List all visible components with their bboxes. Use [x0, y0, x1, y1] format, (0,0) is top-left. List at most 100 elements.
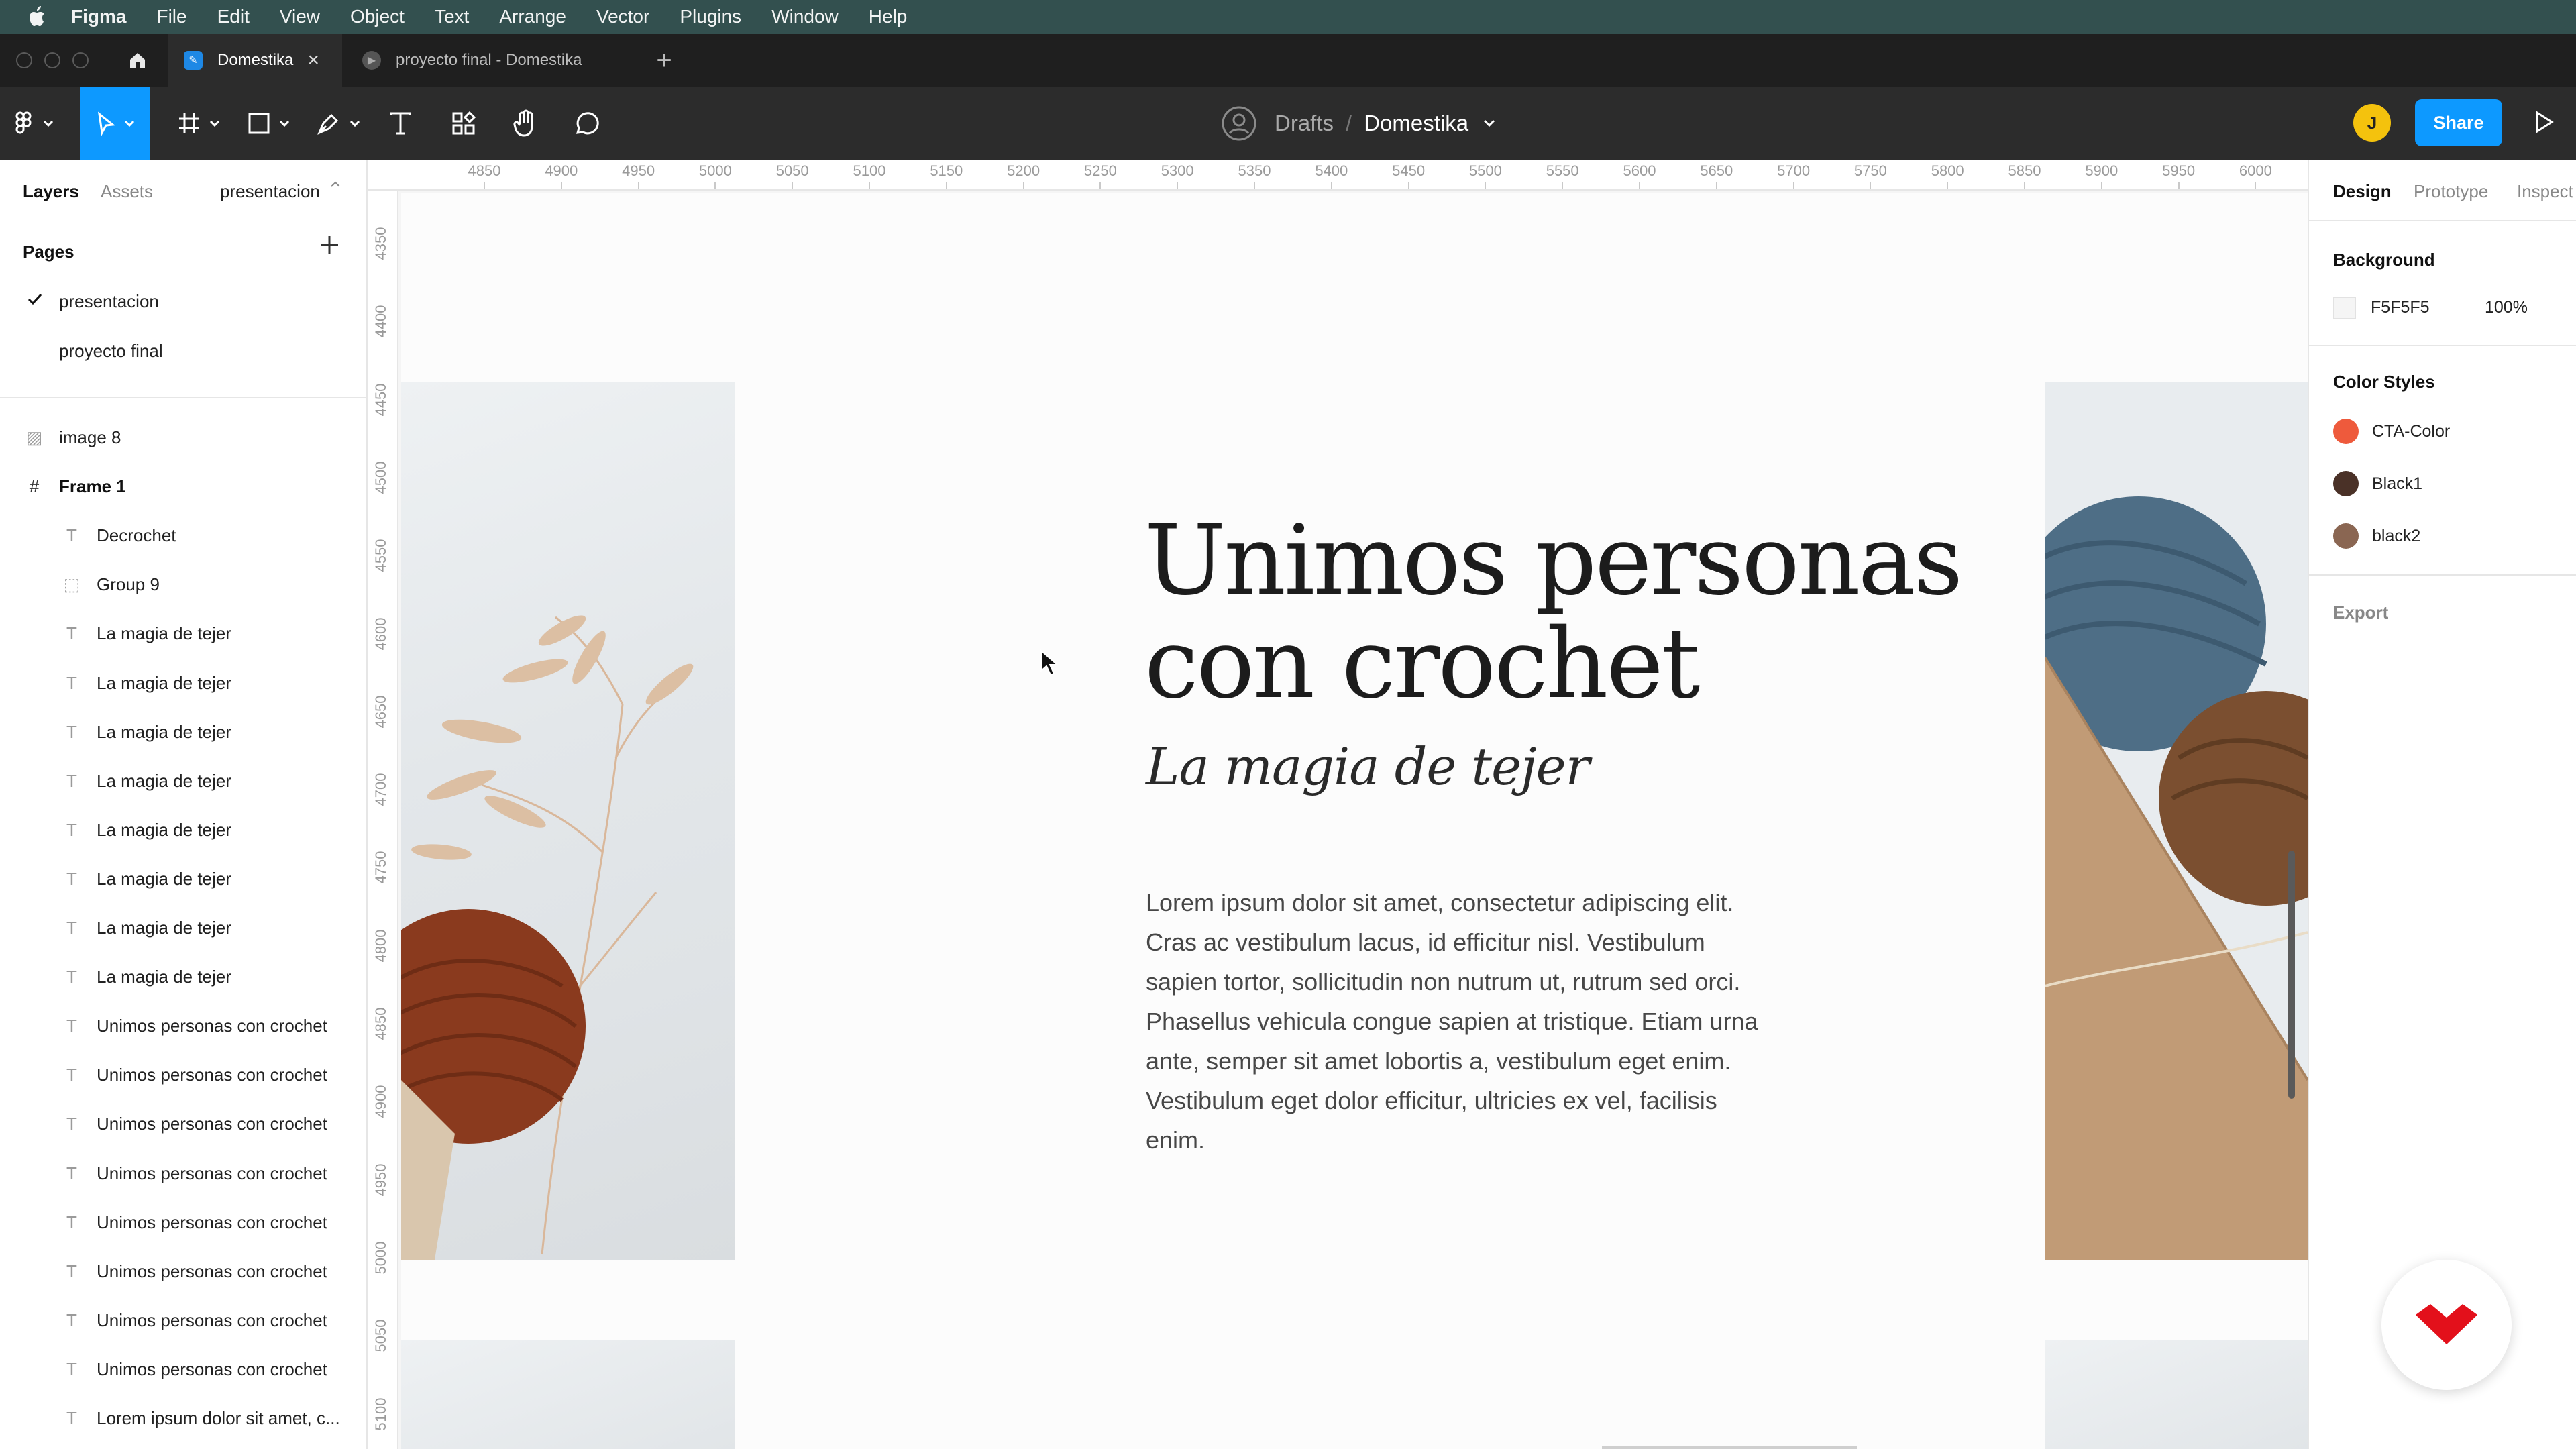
hand-tool-button[interactable]	[500, 87, 550, 160]
layer-row[interactable]: # Frame 1	[0, 462, 366, 511]
layer-row[interactable]: ⬚ Group 9	[0, 560, 366, 609]
background-hex-value[interactable]: F5F5F5	[2371, 298, 2430, 317]
tab-design[interactable]: Design	[2333, 181, 2392, 202]
layer-row[interactable]: T La magia de tejer	[0, 659, 366, 708]
menu-window[interactable]: Window	[771, 6, 839, 28]
image-yarn-kraft-paper[interactable]	[2045, 382, 2308, 1260]
color-style-black1[interactable]: Black1	[2333, 470, 2422, 497]
tab-assets[interactable]: Assets	[101, 181, 153, 202]
layer-row[interactable]: T La magia de tejer	[0, 904, 366, 953]
layer-row[interactable]: T Lorem ipsum dolor sit amet, c...	[0, 1394, 366, 1443]
page-item-proyecto-final[interactable]: proyecto final	[59, 341, 163, 362]
chevron-down-icon[interactable]	[1479, 117, 1499, 130]
menu-app-figma[interactable]: Figma	[71, 6, 126, 28]
menu-view[interactable]: View	[280, 6, 320, 28]
ruler-x-label: 4900	[545, 162, 578, 179]
page-item-presentacion[interactable]: presentacion	[59, 291, 159, 312]
design-canvas[interactable]: Unimos personas con crochet La magia de …	[368, 160, 2308, 1449]
apple-icon[interactable]	[24, 3, 51, 30]
layer-row[interactable]: T La magia de tejer	[0, 609, 366, 658]
shape-tool-button[interactable]	[235, 87, 302, 160]
layer-row[interactable]: T La magia de tejer	[0, 757, 366, 806]
menu-text[interactable]: Text	[435, 6, 469, 28]
ruler-x-label: 5850	[2008, 162, 2041, 179]
menu-edit[interactable]: Edit	[217, 6, 250, 28]
layer-row[interactable]: T La magia de tejer	[0, 855, 366, 904]
divider	[2309, 220, 2576, 221]
layer-row[interactable]: T Unimos personas con crochet	[0, 1345, 366, 1394]
image-bottom-left[interactable]	[401, 1340, 735, 1449]
menu-file[interactable]: File	[156, 6, 186, 28]
tab-prototype[interactable]: Prototype	[2414, 181, 2488, 202]
text-tool-button[interactable]	[376, 87, 425, 160]
text-icon	[390, 112, 411, 135]
resources-tool-button[interactable]	[439, 87, 488, 160]
background-color-swatch[interactable]	[2333, 297, 2356, 319]
layer-row[interactable]: T La magia de tejer	[0, 708, 366, 757]
menu-arrange[interactable]: Arrange	[499, 6, 566, 28]
frame-tool-button[interactable]	[165, 87, 232, 160]
layer-row[interactable]: T La magia de tejer	[0, 953, 366, 1002]
tab-layers[interactable]: Layers	[23, 181, 79, 202]
window-minimize-button[interactable]	[44, 52, 60, 68]
export-section[interactable]: Export	[2333, 602, 2388, 623]
layer-name: Frame 1	[59, 476, 126, 497]
tab-proyecto-final[interactable]: ▶ proyecto final - Domestika	[349, 34, 631, 87]
pages-heading: Pages	[23, 241, 74, 262]
pen-tool-button[interactable]	[305, 87, 372, 160]
menu-plugins[interactable]: Plugins	[680, 6, 741, 28]
image-bottom-right[interactable]	[2045, 1340, 2308, 1449]
layer-row[interactable]: T Unimos personas con crochet	[0, 1051, 366, 1099]
background-opacity-value[interactable]: 100%	[2485, 298, 2528, 317]
ruler-y-label: 4650	[372, 695, 389, 729]
layer-row[interactable]: T Unimos personas con crochet	[0, 1247, 366, 1296]
frame-icon	[179, 113, 199, 133]
layer-row[interactable]: ▨ image 8	[0, 413, 366, 462]
file-name[interactable]: Domestika	[1364, 111, 1468, 136]
yarn-illustration	[2045, 382, 2308, 1260]
layer-row[interactable]: T Decrochet	[0, 511, 366, 560]
menu-vector[interactable]: Vector	[596, 6, 649, 28]
add-page-icon[interactable]	[318, 233, 341, 256]
ruler-y-label: 4700	[372, 773, 389, 806]
menu-help[interactable]: Help	[869, 6, 908, 28]
layer-name: La magia de tejer	[97, 770, 231, 791]
user-avatar-icon[interactable]	[1221, 105, 1257, 142]
play-icon[interactable]	[2529, 107, 2559, 137]
tab-domestika[interactable]: ✎ Domestika ×	[168, 34, 342, 87]
chevron-down-icon	[350, 120, 360, 127]
tab-inspect[interactable]: Inspect	[2517, 181, 2573, 202]
text-icon: T	[66, 525, 77, 546]
move-tool-button[interactable]	[80, 87, 150, 160]
close-icon[interactable]: ×	[307, 49, 319, 72]
chevron-up-icon[interactable]	[330, 181, 341, 188]
hero-subheading[interactable]: La magia de tejer	[1146, 737, 1817, 796]
breadcrumb-drafts[interactable]: Drafts	[1275, 111, 1334, 136]
layer-row[interactable]: T Unimos personas con crochet	[0, 1149, 366, 1198]
window-zoom-button[interactable]	[72, 52, 89, 68]
divider	[2309, 345, 2576, 346]
new-tab-button[interactable]: +	[644, 34, 684, 87]
ruler-x-label: 5800	[1931, 162, 1964, 179]
home-button[interactable]	[114, 34, 161, 87]
share-button[interactable]: Share	[2415, 99, 2502, 146]
main-menu-button[interactable]	[0, 87, 67, 160]
hero-heading[interactable]: Unimos personas con crochet	[1144, 508, 2017, 715]
image-dried-grass-yarn[interactable]	[401, 382, 735, 1260]
layer-row[interactable]: T La magia de tejer	[0, 806, 366, 855]
layer-row[interactable]: T Unimos personas con crochet	[0, 1002, 366, 1051]
current-page-selector[interactable]: presentacion	[220, 181, 320, 202]
layer-row[interactable]: T Unimos personas con crochet	[0, 1296, 366, 1345]
layer-row[interactable]: T Unimos personas con crochet	[0, 1198, 366, 1247]
color-style-cta[interactable]: CTA-Color	[2333, 418, 2450, 445]
frame-icon: #	[29, 476, 40, 497]
layer-row[interactable]: T Unimos personas con crochet	[0, 1099, 366, 1148]
text-icon: T	[66, 1309, 77, 1330]
color-style-black2[interactable]: black2	[2333, 523, 2420, 549]
hero-body-text[interactable]: Lorem ipsum dolor sit amet, consectetur …	[1146, 883, 1763, 1160]
avatar[interactable]: J	[2353, 104, 2391, 142]
comment-tool-button[interactable]	[561, 87, 610, 160]
menu-object[interactable]: Object	[350, 6, 405, 28]
vertical-scrollbar[interactable]	[2288, 851, 2295, 1099]
window-close-button[interactable]	[16, 52, 32, 68]
